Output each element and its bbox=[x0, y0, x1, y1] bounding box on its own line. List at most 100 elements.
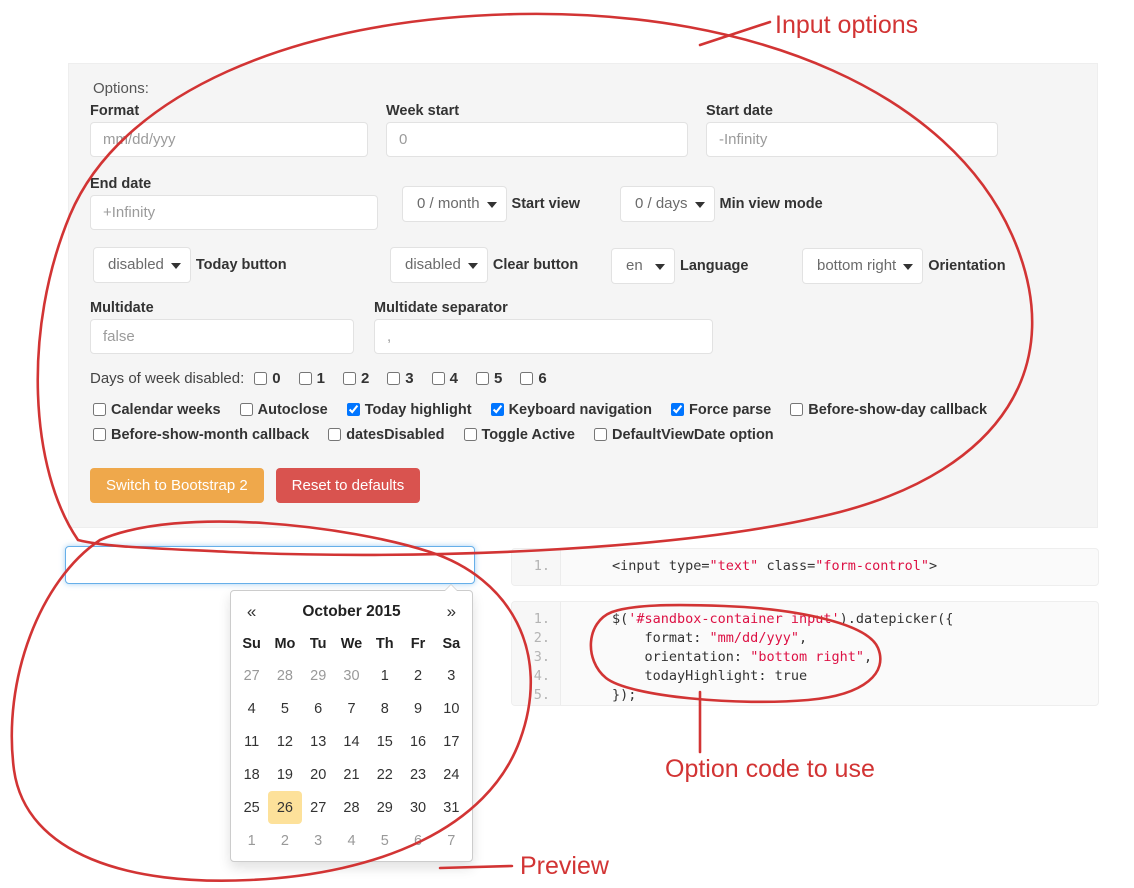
datepicker-day[interactable]: 12 bbox=[268, 725, 301, 758]
datepicker-day[interactable]: 4 bbox=[335, 824, 368, 857]
dow-checkbox-4[interactable]: 4 bbox=[432, 370, 458, 387]
preview-date-input[interactable] bbox=[65, 546, 475, 584]
datepicker-day[interactable]: 5 bbox=[368, 824, 401, 857]
datepicker-day[interactable]: 13 bbox=[302, 725, 335, 758]
dow-checkbox-1[interactable]: 1 bbox=[299, 370, 325, 387]
days-of-week-disabled-row: Days of week disabled: 0 1 2 3 4 5 6 bbox=[90, 370, 547, 387]
format-input[interactable] bbox=[90, 122, 368, 157]
next-month-icon[interactable]: » bbox=[435, 595, 468, 628]
datepicker-day[interactable]: 24 bbox=[435, 758, 468, 791]
prev-month-icon[interactable]: « bbox=[235, 595, 268, 628]
datepicker-day[interactable]: 3 bbox=[302, 824, 335, 857]
datepicker-day[interactable]: 29 bbox=[302, 659, 335, 692]
dow-checkbox-input-4[interactable] bbox=[432, 372, 445, 385]
datepicker-day[interactable]: 17 bbox=[435, 725, 468, 758]
today-button-select[interactable]: disabled bbox=[93, 247, 191, 283]
datepicker-day-today[interactable]: 26 bbox=[268, 791, 301, 824]
datepicker-day[interactable]: 31 bbox=[435, 791, 468, 824]
dow-checkbox-6[interactable]: 6 bbox=[520, 370, 546, 387]
option-checkbox-input-toggle-active[interactable] bbox=[464, 428, 477, 441]
option-checkbox-input-today-highlight[interactable] bbox=[347, 403, 360, 416]
datepicker-day[interactable]: 7 bbox=[335, 692, 368, 725]
option-checkbox-input-before-show-day-callback[interactable] bbox=[790, 403, 803, 416]
datepicker-day[interactable]: 30 bbox=[335, 659, 368, 692]
datepicker-day[interactable]: 6 bbox=[302, 692, 335, 725]
option-checkbox-autoclose[interactable]: Autoclose bbox=[240, 402, 328, 418]
dow-checkbox-input-2[interactable] bbox=[343, 372, 356, 385]
datepicker-day[interactable]: 20 bbox=[302, 758, 335, 791]
datepicker-day[interactable]: 27 bbox=[235, 659, 268, 692]
option-checkbox-force-parse[interactable]: Force parse bbox=[671, 402, 771, 418]
option-checkbox-today-highlight[interactable]: Today highlight bbox=[347, 402, 472, 418]
datepicker-day[interactable]: 18 bbox=[235, 758, 268, 791]
datepicker-day[interactable]: 4 bbox=[235, 692, 268, 725]
option-checkbox-toggle-active[interactable]: Toggle Active bbox=[464, 427, 575, 443]
chevron-down-icon bbox=[487, 202, 497, 208]
datepicker-day[interactable]: 15 bbox=[368, 725, 401, 758]
option-checkbox-before-show-month-callback[interactable]: Before-show-month callback bbox=[93, 427, 309, 443]
datepicker-day[interactable]: 1 bbox=[235, 824, 268, 857]
datepicker-day[interactable]: 9 bbox=[401, 692, 434, 725]
datepicker-day[interactable]: 27 bbox=[302, 791, 335, 824]
dow-checkbox-5[interactable]: 5 bbox=[476, 370, 502, 387]
option-checkbox-calendar-weeks[interactable]: Calendar weeks bbox=[93, 402, 221, 418]
datepicker-day[interactable]: 29 bbox=[368, 791, 401, 824]
datepicker-day[interactable]: 2 bbox=[401, 659, 434, 692]
datepicker-week-row: 25262728293031 bbox=[235, 791, 468, 824]
option-checkbox-dates-disabled[interactable]: datesDisabled bbox=[328, 427, 444, 443]
datepicker-day[interactable]: 10 bbox=[435, 692, 468, 725]
start-date-input[interactable] bbox=[706, 122, 998, 157]
end-date-input[interactable] bbox=[90, 195, 378, 230]
option-checkbox-input-before-show-month-callback[interactable] bbox=[93, 428, 106, 441]
datepicker-day[interactable]: 22 bbox=[368, 758, 401, 791]
datepicker-day[interactable]: 6 bbox=[401, 824, 434, 857]
datepicker-day[interactable]: 16 bbox=[401, 725, 434, 758]
datepicker-day[interactable]: 21 bbox=[335, 758, 368, 791]
option-checkbox-input-keyboard-navigation[interactable] bbox=[491, 403, 504, 416]
datepicker-title[interactable]: October 2015 bbox=[268, 595, 434, 628]
dow-checkbox-2[interactable]: 2 bbox=[343, 370, 369, 387]
dow-checkbox-3[interactable]: 3 bbox=[387, 370, 413, 387]
switch-to-bootstrap-2-button[interactable]: Switch to Bootstrap 2 bbox=[90, 468, 264, 503]
option-checkbox-input-calendar-weeks[interactable] bbox=[93, 403, 106, 416]
orientation-select[interactable]: bottom right bbox=[802, 248, 923, 284]
min-view-mode-select[interactable]: 0 / days bbox=[620, 186, 715, 222]
dow-checkbox-input-0[interactable] bbox=[254, 372, 267, 385]
datepicker-day[interactable]: 2 bbox=[268, 824, 301, 857]
datepicker-day[interactable]: 3 bbox=[435, 659, 468, 692]
datepicker-day[interactable]: 28 bbox=[335, 791, 368, 824]
datepicker-day[interactable]: 28 bbox=[268, 659, 301, 692]
dow-checkbox-input-1[interactable] bbox=[299, 372, 312, 385]
option-checkbox-before-show-day-callback[interactable]: Before-show-day callback bbox=[790, 402, 987, 418]
language-select[interactable]: en bbox=[611, 248, 675, 284]
datepicker-day[interactable]: 7 bbox=[435, 824, 468, 857]
field-group-min-view-mode: 0 / daysMin view mode bbox=[620, 186, 823, 222]
dow-checkbox-0[interactable]: 0 bbox=[254, 370, 280, 387]
option-checkbox-input-force-parse[interactable] bbox=[671, 403, 684, 416]
start-view-select[interactable]: 0 / month bbox=[402, 186, 507, 222]
datepicker-day[interactable]: 11 bbox=[235, 725, 268, 758]
dow-checkbox-input-3[interactable] bbox=[387, 372, 400, 385]
days-of-week-disabled-label: Days of week disabled: bbox=[90, 370, 244, 387]
dow-checkbox-input-5[interactable] bbox=[476, 372, 489, 385]
datepicker-day[interactable]: 19 bbox=[268, 758, 301, 791]
multidate-input[interactable] bbox=[90, 319, 354, 354]
reset-to-defaults-button[interactable]: Reset to defaults bbox=[276, 468, 421, 503]
datepicker-day[interactable]: 25 bbox=[235, 791, 268, 824]
datepicker-dropdown[interactable]: « October 2015 » SuMoTuWeThFrSa 27282930… bbox=[230, 590, 473, 862]
multidate-separator-input[interactable] bbox=[374, 319, 713, 354]
datepicker-day[interactable]: 5 bbox=[268, 692, 301, 725]
option-checkbox-default-view-date-option[interactable]: DefaultViewDate option bbox=[594, 427, 774, 443]
option-checkbox-input-autoclose[interactable] bbox=[240, 403, 253, 416]
option-checkbox-input-dates-disabled[interactable] bbox=[328, 428, 341, 441]
option-checkbox-keyboard-navigation[interactable]: Keyboard navigation bbox=[491, 402, 652, 418]
week-start-input[interactable] bbox=[386, 122, 688, 157]
clear-button-select[interactable]: disabled bbox=[390, 247, 488, 283]
datepicker-day[interactable]: 8 bbox=[368, 692, 401, 725]
dow-checkbox-input-6[interactable] bbox=[520, 372, 533, 385]
option-checkbox-input-default-view-date-option[interactable] bbox=[594, 428, 607, 441]
datepicker-day[interactable]: 1 bbox=[368, 659, 401, 692]
datepicker-day[interactable]: 23 bbox=[401, 758, 434, 791]
datepicker-day[interactable]: 30 bbox=[401, 791, 434, 824]
datepicker-day[interactable]: 14 bbox=[335, 725, 368, 758]
